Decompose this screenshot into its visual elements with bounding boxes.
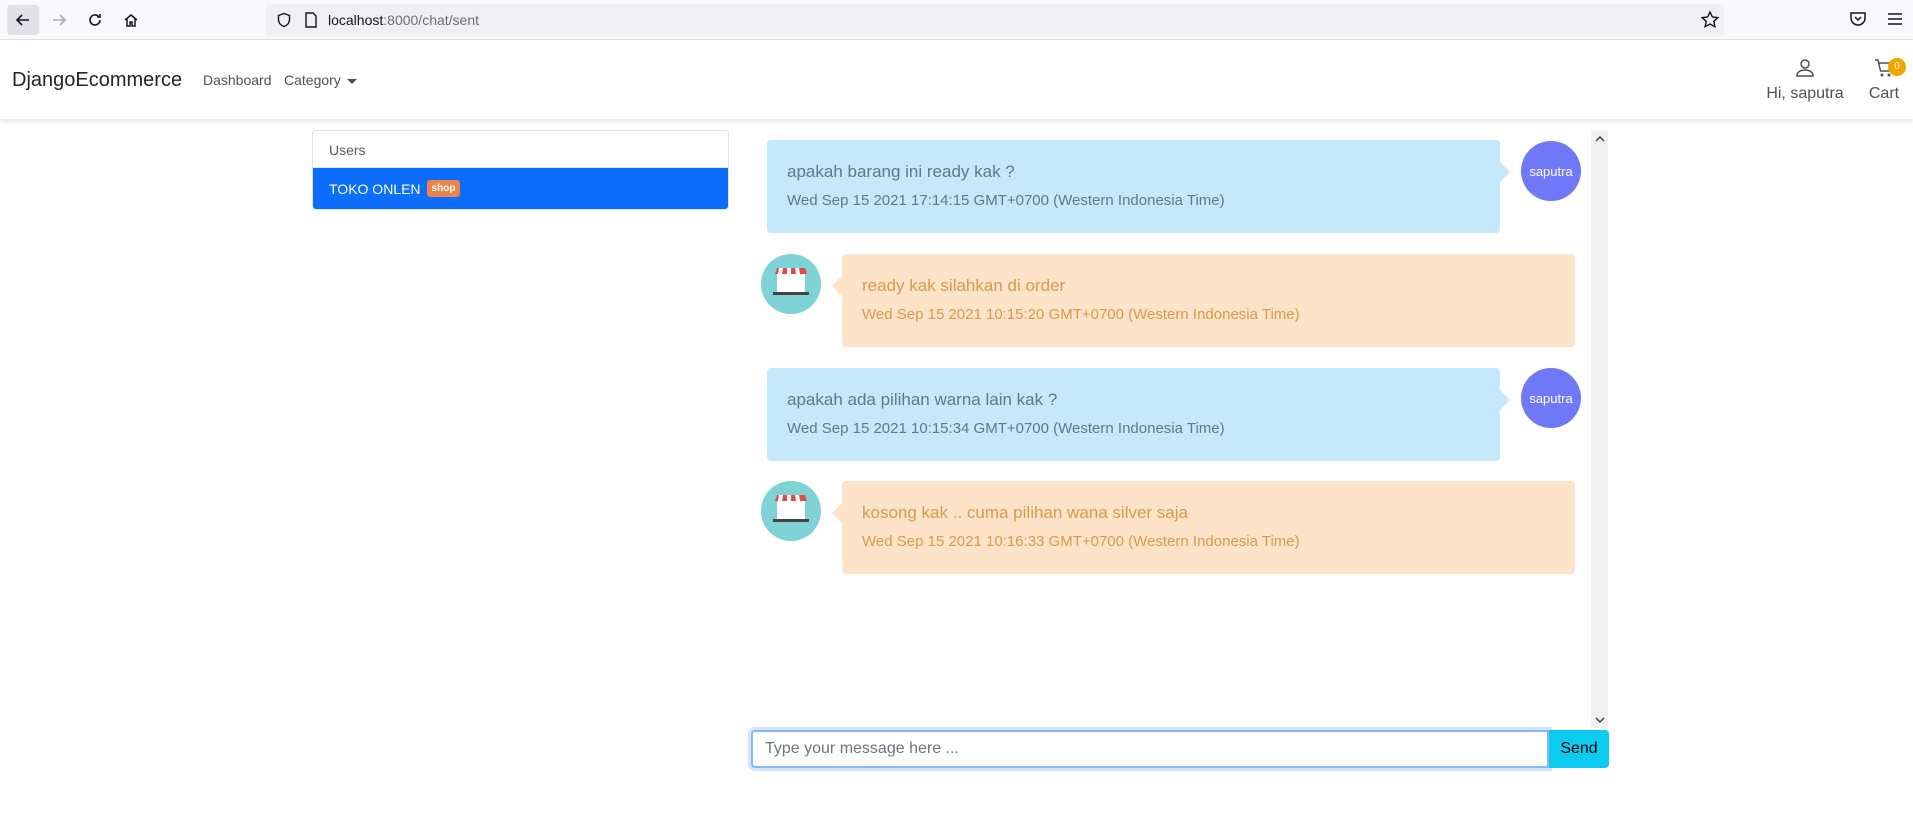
user-avatar: saputra <box>1521 141 1581 201</box>
user-greeting: Hi, saputra <box>1766 85 1844 102</box>
message-text: apakah ada pilihan warna lain kak ? <box>787 390 1058 409</box>
chat-scrollbar[interactable] <box>1591 130 1608 728</box>
scroll-up-arrow-icon[interactable] <box>1591 130 1608 147</box>
url-text: localhost:8000/chat/sent <box>328 12 480 28</box>
pocket-icon[interactable] <box>1849 10 1867 28</box>
message-text: kosong kak .. cuma pilihan wana silver s… <box>862 503 1188 522</box>
nav-dashboard-link[interactable]: Dashboard <box>203 72 272 88</box>
shield-icon[interactable] <box>276 12 292 28</box>
shop-avatar <box>761 254 821 314</box>
shop-avatar <box>761 481 821 541</box>
user-icon <box>1796 59 1814 77</box>
cart-link[interactable]: 0 Cart <box>1864 58 1906 103</box>
user-list-item[interactable]: TOKO ONLEN shop <box>313 168 728 209</box>
shop-logo-icon <box>761 481 821 541</box>
message-composer: Send <box>751 730 1609 768</box>
nav-category-dropdown[interactable]: Category <box>284 72 357 88</box>
cart-label: Cart <box>1868 85 1900 102</box>
user-account-link[interactable]: Hi, saputra <box>1765 58 1845 103</box>
reload-icon <box>89 14 101 26</box>
bookmark-star-icon[interactable] <box>1700 10 1720 30</box>
address-bar[interactable]: localhost:8000/chat/sent <box>266 4 1724 36</box>
message-text: apakah barang ini ready kak ? <box>787 162 1015 181</box>
message-time: Wed Sep 15 2021 17:14:15 GMT+0700 (Weste… <box>787 192 1225 209</box>
brand-logo[interactable]: DjangoEcommerce <box>12 69 182 92</box>
browser-toolbar: localhost:8000/chat/sent <box>0 0 1913 40</box>
caret-down-icon <box>346 78 357 84</box>
message-bubble-sent: apakah ada pilihan warna lain kak ? Wed … <box>767 368 1510 461</box>
user-list-item-name: TOKO ONLEN <box>329 180 421 197</box>
message-text: ready kak silahkan di order <box>862 276 1066 295</box>
home-button[interactable] <box>115 5 147 35</box>
home-icon <box>124 14 138 27</box>
cart-count-badge: 0 <box>1888 58 1906 76</box>
message-input[interactable] <box>751 730 1549 768</box>
chat-messages: apakah barang ini ready kak ? Wed Sep 15… <box>758 130 1591 728</box>
page-icon[interactable] <box>304 12 318 28</box>
message-bubble-sent: apakah barang ini ready kak ? Wed Sep 15… <box>767 140 1510 233</box>
user-avatar: saputra <box>1521 368 1581 428</box>
reload-button[interactable] <box>79 5 111 35</box>
message-time: Wed Sep 15 2021 10:15:34 GMT+0700 (Weste… <box>787 420 1225 437</box>
shop-badge: shop <box>426 180 461 197</box>
arrow-right-icon <box>53 14 67 26</box>
users-header: Users <box>313 131 728 168</box>
arrow-left-icon <box>15 14 29 26</box>
message-time: Wed Sep 15 2021 10:16:33 GMT+0700 (Weste… <box>862 533 1300 550</box>
forward-button[interactable] <box>43 5 75 35</box>
message-bubble-received: kosong kak .. cuma pilihan wana silver s… <box>832 481 1575 574</box>
nav-category-label: Category <box>284 72 341 88</box>
site-navbar: DjangoEcommerce Dashboard Category Hi, s… <box>0 40 1913 119</box>
hamburger-menu-icon[interactable] <box>1886 10 1904 28</box>
send-button[interactable]: Send <box>1549 730 1609 768</box>
shop-logo-icon <box>761 254 821 314</box>
back-button[interactable] <box>7 5 39 35</box>
message-bubble-received: ready kak silahkan di order Wed Sep 15 2… <box>832 254 1575 347</box>
scroll-down-arrow-icon[interactable] <box>1591 711 1608 728</box>
users-list: Users TOKO ONLEN shop <box>312 130 729 210</box>
message-time: Wed Sep 15 2021 10:15:20 GMT+0700 (Weste… <box>862 306 1300 323</box>
